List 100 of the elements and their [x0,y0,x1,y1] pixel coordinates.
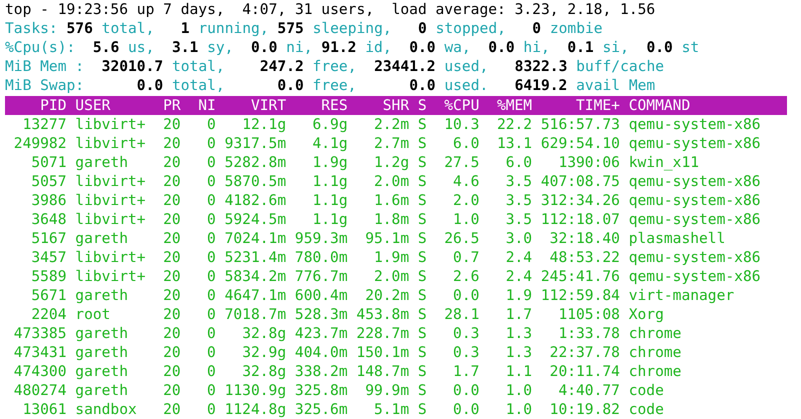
table-cell-text: 20 [162,115,181,134]
table-cell-text: 0 [206,248,216,267]
table-cell-text: 2.7m [372,134,410,153]
table-cell-text: 0 [206,305,216,324]
table-cell-text: 1.2g [372,153,410,172]
table-cell-text: 0.0 [452,286,480,305]
table-cell-text: S [416,381,427,400]
table-cell-text: gareth [75,381,129,400]
table-cell-text: 20 [162,134,181,153]
table-cell-text: 112:59.84 [540,286,620,305]
table-cell-text: S [416,324,427,343]
column-header: PR [162,96,181,115]
table-cell-text: 150.1m [355,343,410,362]
table-cell: virt-manager [628,286,734,305]
table-cell-text: 3.5 [504,191,532,210]
table-cell-text: 2.4 [504,248,532,267]
table-cell-text: 3.0 [504,229,532,248]
table-cell-text: 473431 [12,343,66,362]
table-cell-text: 1.8m [372,210,410,229]
table-cell-text: 32.8g [241,324,286,343]
table-cell: libvirt+ [75,172,146,191]
table-cell-text: 453.8m [355,305,410,324]
table-cell-text: S [416,229,427,248]
table-cell-text: S [416,115,427,134]
table-cell-text: 148.7m [355,362,410,381]
table-cell-text: 1.6m [372,191,410,210]
table-cell-text: root [75,305,112,324]
table-cell: libvirt+ [75,267,146,286]
table-cell-text: 5282.8m [224,153,286,172]
table-cell-text: 1.1g [311,210,348,229]
table-cell-text: 22:37.78 [548,343,620,362]
table-cell: qemu-system-x86 [628,248,761,267]
table-cell-text: S [416,305,427,324]
summary-line: MiB Mem : 32010.7 total, 247.2 free, 23441.2 used, 8322.3 buff/cache [5,57,664,76]
table-cell-text: 480274 [12,381,66,400]
column-header: COMMAND [628,96,690,115]
column-header: %MEM [496,96,532,115]
table-cell-text: 0 [206,210,216,229]
table-cell-text: S [416,286,427,305]
table-cell-text: gareth [75,362,129,381]
table-cell-text: 95.1m [364,229,410,248]
table-cell-text: 6.9g [311,115,348,134]
table-cell-text: 20:11.74 [548,362,620,381]
table-cell-text: 2.4 [504,267,532,286]
table-cell-text: gareth [75,286,129,305]
table-cell-text: 338.2m [294,362,348,381]
table-cell-text: 20 [162,324,181,343]
table-cell-text: 6.0 [452,134,480,153]
table-cell-text: 312:34.26 [540,191,620,210]
table-cell-text: 0 [206,134,216,153]
table-cell-text: 1:33.78 [557,324,620,343]
table-cell-text: 473385 [12,324,66,343]
summary-line: MiB Swap: 0.0 total, 0.0 free, 0.0 used. 6419.2 avail Mem [5,76,656,95]
table-cell-text: S [416,362,427,381]
table-cell-text: 528.3m [294,305,348,324]
column-header: TIME+ [575,96,620,115]
table-cell-text: 20 [162,381,181,400]
summary-line: Tasks: 576 total, 1 running, 575 sleeping, 0 stopped, 0 zombie [5,19,603,38]
table-cell-text: 2.2m [372,115,410,134]
table-cell-text: 5071 [30,153,66,172]
table-cell-text: 0.3 [452,324,480,343]
table-cell: qemu-system-x86 [628,191,761,210]
table-cell-text: 1.3 [504,343,532,362]
table-cell-text: 20 [162,229,181,248]
table-cell-text: 48:53.22 [548,248,620,267]
table-cell-text: 0.0 [452,400,480,419]
table-cell-text: 0 [206,191,216,210]
table-cell-text: 4.1g [311,134,348,153]
table-cell-text: 1105:08 [557,305,620,324]
table-cell-text: 1390:06 [557,153,620,172]
table-cell-text: 423.7m [294,324,348,343]
table-cell-text: 1.1g [311,172,348,191]
table-cell: libvirt+ [75,115,146,134]
table-cell-text: 407:08.75 [540,172,620,191]
table-cell: code [628,381,664,400]
table-cell-text: 2.0m [372,172,410,191]
table-cell: qemu-system-x86 [628,115,761,134]
table-cell-text: 2.0 [452,191,480,210]
summary-line: %Cpu(s): 5.6 us, 3.1 sy, 0.0 ni, 91.2 id, 0.0 wa, 0.0 hi, 0.1 si, 0.0 st [5,38,700,57]
table-cell-text: 26.5 [443,229,480,248]
table-cell-text: 9317.5m [224,134,286,153]
table-cell-text: 13277 [22,115,66,134]
table-cell: libvirt+ [75,210,146,229]
table-cell: code [628,400,664,419]
table-cell-text: 10.3 [443,115,480,134]
table-cell-text: 249982 [12,134,66,153]
table-cell: qemu-system-x86 [628,172,761,191]
table-cell-text: 6.0 [504,153,532,172]
column-header: SHR [382,96,410,115]
table-cell-text: 228.7m [355,324,410,343]
table-cell-text: 4647.1m [224,286,286,305]
table-cell-text: S [416,134,427,153]
table-cell-text: 1.0 [504,400,532,419]
table-cell-text: 10:19.82 [548,400,620,419]
column-header: PID [39,96,66,115]
column-header: VIRT [250,96,286,115]
table-cell-text: gareth [75,229,129,248]
column-header: %CPU [443,96,480,115]
table-cell-text: S [416,172,427,191]
table-cell-text: S [416,267,427,286]
